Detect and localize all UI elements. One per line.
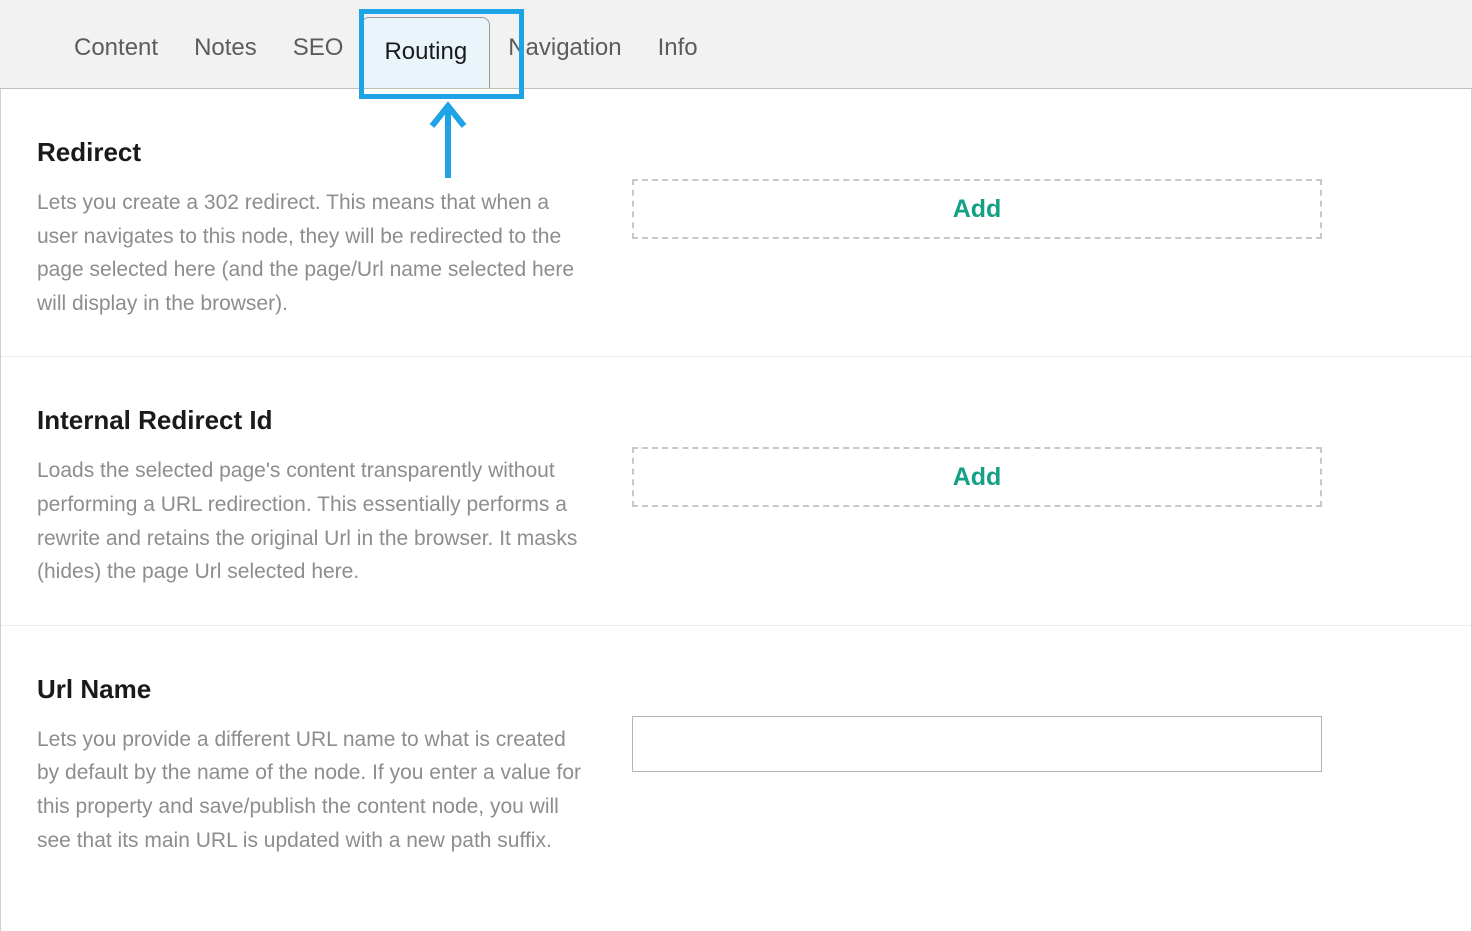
tab-routing[interactable]: Routing	[361, 17, 490, 88]
internal-redirect-add-button[interactable]: Add	[632, 447, 1322, 507]
routing-panel: Redirect Lets you create a 302 redirect.…	[0, 89, 1472, 931]
redirect-description: Lets you create a 302 redirect. This mea…	[37, 186, 592, 320]
tab-seo[interactable]: SEO	[275, 36, 362, 88]
redirect-add-button[interactable]: Add	[632, 179, 1322, 239]
section-url-name: Url Name Lets you provide a different UR…	[1, 626, 1471, 893]
url-name-description: Lets you provide a different URL name to…	[37, 723, 592, 857]
url-name-title: Url Name	[37, 674, 592, 705]
tab-notes[interactable]: Notes	[176, 36, 275, 88]
url-name-input[interactable]	[632, 716, 1322, 772]
section-redirect: Redirect Lets you create a 302 redirect.…	[1, 89, 1471, 357]
tab-content[interactable]: Content	[56, 36, 176, 88]
redirect-title: Redirect	[37, 137, 592, 168]
tab-navigation[interactable]: Navigation	[490, 36, 639, 88]
internal-redirect-description: Loads the selected page's content transp…	[37, 454, 592, 588]
section-internal-redirect: Internal Redirect Id Loads the selected …	[1, 357, 1471, 625]
tab-info[interactable]: Info	[640, 36, 716, 88]
internal-redirect-title: Internal Redirect Id	[37, 405, 592, 436]
tab-bar: Content Notes SEO Routing Navigation Inf…	[0, 0, 1472, 89]
